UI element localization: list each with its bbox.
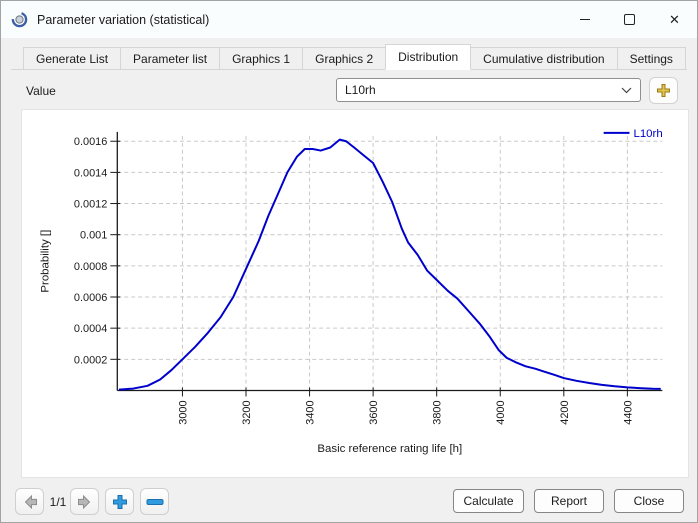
tab-distribution[interactable]: Distribution <box>385 44 472 70</box>
svg-text:0.0016: 0.0016 <box>74 136 107 148</box>
svg-text:3400: 3400 <box>305 400 317 424</box>
svg-text:L10rh: L10rh <box>633 128 662 140</box>
plus-icon <box>112 494 127 509</box>
tab-label: Distribution <box>398 50 459 64</box>
svg-text:4200: 4200 <box>559 400 571 424</box>
calculate-button[interactable]: Calculate <box>453 489 524 513</box>
svg-text:3000: 3000 <box>177 400 189 424</box>
tab-graphics-2[interactable]: Graphics 2 <box>302 47 387 69</box>
window-title: Parameter variation (statistical) <box>37 12 210 27</box>
zoom-in-button[interactable] <box>105 488 134 515</box>
close-dialog-button[interactable]: Close <box>614 489 684 513</box>
tab-label: Graphics 2 <box>315 51 374 66</box>
svg-text:0.0014: 0.0014 <box>74 167 107 179</box>
svg-text:0.001: 0.001 <box>80 230 107 242</box>
minimize-icon <box>579 19 590 20</box>
title-bar: Parameter variation (statistical) ✕ <box>1 1 697 38</box>
distribution-chart-panel: 0.0002 0.0004 0.0006 0.0008 0.001 0.0012 0.001… <box>21 109 689 478</box>
maximize-button[interactable] <box>607 1 652 38</box>
tab-label: Settings <box>629 51 673 66</box>
close-icon: ✕ <box>669 12 680 27</box>
chevron-down-icon <box>621 87 632 93</box>
previous-page-button[interactable] <box>15 488 44 515</box>
calculate-button-label: Calculate <box>463 494 514 508</box>
svg-text:Basic reference rating life [h: Basic reference rating life [h] <box>317 443 462 455</box>
tab-parameter-list[interactable]: Parameter list <box>120 47 221 69</box>
value-label: Value <box>26 84 56 98</box>
tab-label: Graphics 1 <box>232 51 291 66</box>
tab-graphics-1[interactable]: Graphics 1 <box>219 47 304 69</box>
svg-text:3800: 3800 <box>432 400 444 424</box>
app-icon <box>11 11 28 28</box>
report-button-label: Report <box>550 494 588 508</box>
svg-text:3600: 3600 <box>368 400 380 424</box>
tab-label: Parameter list <box>133 51 208 66</box>
page-indicator: 1/1 <box>49 495 67 509</box>
tab-label: Cumulative distribution <box>483 51 605 66</box>
maximize-icon <box>624 14 635 25</box>
zoom-out-button[interactable] <box>140 488 169 515</box>
plus-icon <box>657 84 670 97</box>
add-value-button[interactable] <box>649 77 678 104</box>
svg-text:0.0004: 0.0004 <box>74 323 107 335</box>
tab-generate-list[interactable]: Generate List <box>23 47 122 69</box>
svg-text:0.0008: 0.0008 <box>74 261 107 273</box>
svg-text:3200: 3200 <box>241 400 253 424</box>
distribution-chart: 0.0002 0.0004 0.0006 0.0008 0.001 0.0012 0.001… <box>40 128 663 455</box>
value-combobox[interactable]: L10rh <box>336 78 641 102</box>
svg-text:0.0002: 0.0002 <box>74 354 107 366</box>
svg-text:4400: 4400 <box>622 400 634 424</box>
tab-cumulative-distribution[interactable]: Cumulative distribution <box>470 47 618 69</box>
arrow-left-icon <box>24 494 37 509</box>
value-combobox-selected: L10rh <box>345 83 376 97</box>
report-button[interactable]: Report <box>534 489 604 513</box>
window-controls: ✕ <box>562 1 697 38</box>
tab-strip: Generate List Parameter list Graphics 1 … <box>11 44 687 70</box>
next-page-button[interactable] <box>70 488 99 515</box>
dialog-window: Parameter variation (statistical) ✕ Gene… <box>0 0 698 523</box>
close-button-label: Close <box>633 494 665 508</box>
svg-text:0.0012: 0.0012 <box>74 199 107 211</box>
arrow-right-icon <box>77 494 90 509</box>
svg-text:0.0006: 0.0006 <box>74 292 107 304</box>
tab-settings[interactable]: Settings <box>616 47 686 69</box>
minimize-button[interactable] <box>562 1 607 38</box>
tab-label: Generate List <box>36 51 109 66</box>
minus-icon <box>146 498 163 505</box>
svg-text:4000: 4000 <box>495 400 507 424</box>
close-button[interactable]: ✕ <box>652 1 697 38</box>
svg-text:Probability []: Probability [] <box>40 230 52 293</box>
